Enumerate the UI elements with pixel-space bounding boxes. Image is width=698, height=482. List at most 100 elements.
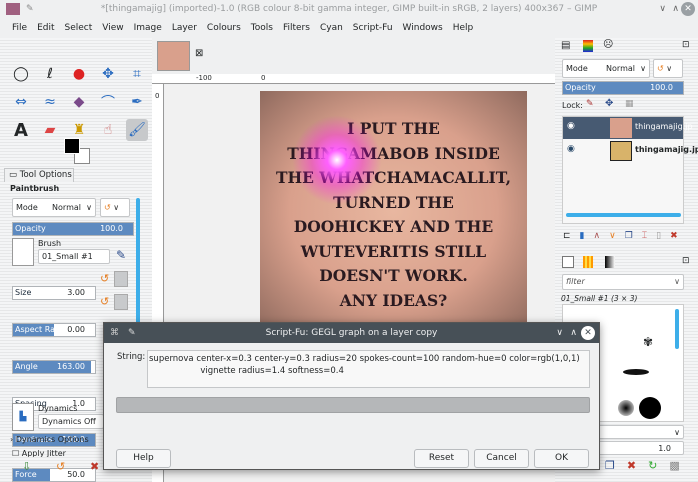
paint-mode-reset-dropdown[interactable]: ↺ ∨ bbox=[100, 198, 130, 217]
reset-aspect-icon[interactable]: ↺ bbox=[100, 295, 109, 308]
dialog-maximize-button[interactable]: ∧ bbox=[570, 323, 577, 343]
close-button[interactable]: ✕ bbox=[681, 2, 695, 16]
ellipse-select-icon[interactable]: ◯ bbox=[10, 63, 32, 85]
tab-layers-icon[interactable]: ▤ bbox=[561, 40, 570, 51]
warp-icon[interactable]: ≈ bbox=[39, 91, 61, 113]
menu-view[interactable]: View bbox=[102, 23, 123, 33]
lock-pixels-icon[interactable]: ✎ bbox=[586, 99, 594, 109]
visibility-eye-icon[interactable]: ◉ bbox=[567, 121, 575, 131]
close-image-tab-icon[interactable]: ⊠ bbox=[195, 48, 203, 59]
dialog-minimize-button[interactable]: ∨ bbox=[556, 323, 563, 343]
brush-item[interactable] bbox=[639, 397, 661, 419]
menu-layer[interactable]: Layer bbox=[172, 23, 197, 33]
brush-item[interactable] bbox=[618, 400, 634, 416]
paths-icon[interactable]: ⌒ bbox=[97, 91, 119, 113]
edit-brush-icon[interactable]: ✎ bbox=[116, 248, 126, 262]
layer-composite-dropdown[interactable]: ↺ ∨ bbox=[653, 59, 683, 78]
paintbrush-icon[interactable]: 🖌 bbox=[126, 119, 148, 141]
delete-brush-icon[interactable]: ✖ bbox=[627, 459, 636, 472]
fuzzy-select-icon[interactable]: ● bbox=[68, 63, 90, 85]
minimize-button[interactable]: ∨ bbox=[659, 0, 666, 18]
reset-size-icon[interactable]: ↺ bbox=[100, 272, 109, 285]
visibility-eye-icon[interactable]: ◉ bbox=[567, 144, 575, 154]
raise-layer-icon[interactable]: ∧ bbox=[594, 231, 601, 241]
menu-image[interactable]: Image bbox=[134, 23, 162, 33]
smudge-icon[interactable]: ☝ bbox=[97, 119, 119, 141]
layer-name[interactable]: thingamajig.jp bbox=[635, 122, 693, 131]
bucket-fill-icon[interactable]: ◆ bbox=[68, 91, 90, 113]
menu-edit[interactable]: Edit bbox=[37, 23, 54, 33]
free-select-icon[interactable]: ℓ bbox=[39, 63, 61, 85]
dynamics-options-expander[interactable]: › Dynamics Options bbox=[10, 435, 89, 444]
restore-options-icon[interactable]: ↺ bbox=[56, 460, 65, 473]
menu-filters[interactable]: Filters bbox=[283, 23, 310, 33]
color-picker-icon[interactable]: ✒ bbox=[126, 91, 148, 113]
tab-gradients-icon[interactable] bbox=[605, 256, 615, 268]
aspect-ratio-slider[interactable]: Aspect Ratio 0.00 bbox=[12, 323, 96, 337]
new-layer-group-icon[interactable]: ⊏ bbox=[563, 231, 571, 241]
save-options-icon[interactable]: ⇩ bbox=[22, 460, 31, 473]
brush-item[interactable] bbox=[623, 369, 649, 375]
layers-hscrollbar[interactable] bbox=[566, 213, 681, 217]
duplicate-layer-icon[interactable]: ❐ bbox=[625, 231, 633, 241]
lock-position-icon[interactable]: ✥ bbox=[605, 98, 613, 109]
open-brush-as-image-icon[interactable]: ▩ bbox=[669, 459, 679, 472]
tab-channels-icon[interactable] bbox=[583, 40, 593, 52]
apply-jitter-checkbox[interactable]: ☐ Apply Jitter bbox=[12, 449, 66, 457]
tab-patterns-icon[interactable] bbox=[583, 256, 593, 268]
lock-alpha-icon[interactable]: ▦ bbox=[625, 99, 634, 109]
menu-script-fu[interactable]: Script-Fu bbox=[353, 23, 393, 33]
anchor-layer-icon[interactable]: ⌶ bbox=[642, 231, 647, 241]
brush-preview[interactable] bbox=[12, 238, 34, 266]
dialog-pin-icon[interactable]: ✎ bbox=[128, 323, 136, 343]
dynamics-field[interactable]: Dynamics Off bbox=[38, 414, 104, 429]
ok-button[interactable]: OK bbox=[534, 449, 589, 468]
layer-opacity-slider[interactable]: Opacity 100.0 bbox=[562, 81, 684, 95]
brush-filter-input[interactable]: filter ∨ bbox=[562, 274, 684, 290]
delete-layer-icon[interactable]: ✖ bbox=[670, 231, 678, 241]
move-icon[interactable]: ✥ bbox=[97, 63, 119, 85]
dynamics-preview-icon[interactable]: ▙ bbox=[12, 403, 34, 431]
new-layer-icon[interactable]: ▮ bbox=[580, 231, 585, 241]
brush-item[interactable]: ✾ bbox=[643, 335, 653, 349]
angle-slider[interactable]: Angle 163.00 bbox=[12, 360, 96, 374]
string-input[interactable]: supernova center-x=0.3 center-y=0.3 radi… bbox=[147, 350, 590, 388]
size-slider[interactable]: Size 3.00 bbox=[12, 286, 96, 300]
layer-row[interactable]: ◉ thingamajig.jp bbox=[563, 117, 693, 139]
layer-name[interactable]: thingamajig.jp bbox=[635, 145, 698, 154]
menu-help[interactable]: Help bbox=[453, 23, 474, 33]
maximize-button[interactable]: ∧ bbox=[672, 0, 679, 18]
layer-mode-dropdown[interactable]: Mode Normal ∨ bbox=[562, 59, 650, 78]
duplicate-brush-icon[interactable]: ❐ bbox=[605, 459, 615, 472]
pin-icon[interactable]: ✎ bbox=[26, 0, 34, 18]
refresh-brushes-icon[interactable]: ↻ bbox=[648, 459, 657, 472]
image-canvas[interactable]: I PUT THE THINGAMABOB INSIDE THE WHATCHA… bbox=[260, 91, 527, 331]
dialog-close-button[interactable]: ✕ bbox=[581, 326, 595, 340]
brush-name-field[interactable]: 01_Small #1 bbox=[38, 249, 110, 264]
size-link-button[interactable] bbox=[114, 271, 128, 287]
layer-row[interactable]: ◉ thingamajig.jp bbox=[563, 140, 698, 162]
text-tool-icon[interactable]: A bbox=[10, 119, 32, 141]
delete-options-icon[interactable]: ✖ bbox=[90, 460, 99, 473]
tab-tool-options[interactable]: ▭ Tool Options bbox=[4, 168, 74, 182]
opacity-slider[interactable]: Opacity 100.0 bbox=[12, 222, 134, 236]
menu-select[interactable]: Select bbox=[65, 23, 93, 33]
menu-file[interactable]: File bbox=[12, 23, 27, 33]
menu-colours[interactable]: Colours bbox=[207, 23, 241, 33]
menu-windows[interactable]: Windows bbox=[403, 23, 443, 33]
brushes-scrollbar[interactable] bbox=[675, 309, 679, 349]
flip-icon[interactable]: ⇔ bbox=[10, 91, 32, 113]
dock-menu-icon[interactable]: ⊡ bbox=[682, 40, 690, 50]
mask-layer-icon[interactable]: ▯ bbox=[656, 231, 661, 241]
image-tab-thumbnail[interactable] bbox=[157, 41, 190, 71]
lower-layer-icon[interactable]: ∨ bbox=[609, 231, 616, 241]
menu-cyan[interactable]: Cyan bbox=[320, 23, 343, 33]
tab-brushes-icon[interactable] bbox=[562, 256, 574, 268]
tab-paths-icon[interactable]: ☹ bbox=[603, 39, 613, 50]
mode-dropdown[interactable]: Mode Normal ∨ bbox=[12, 198, 96, 217]
reset-button[interactable]: Reset bbox=[414, 449, 469, 468]
menu-tools[interactable]: Tools bbox=[251, 23, 273, 33]
crop-icon[interactable]: ⌗ bbox=[126, 63, 148, 85]
aspect-link-button[interactable] bbox=[114, 294, 128, 310]
eraser-icon[interactable]: ▰ bbox=[39, 119, 61, 141]
